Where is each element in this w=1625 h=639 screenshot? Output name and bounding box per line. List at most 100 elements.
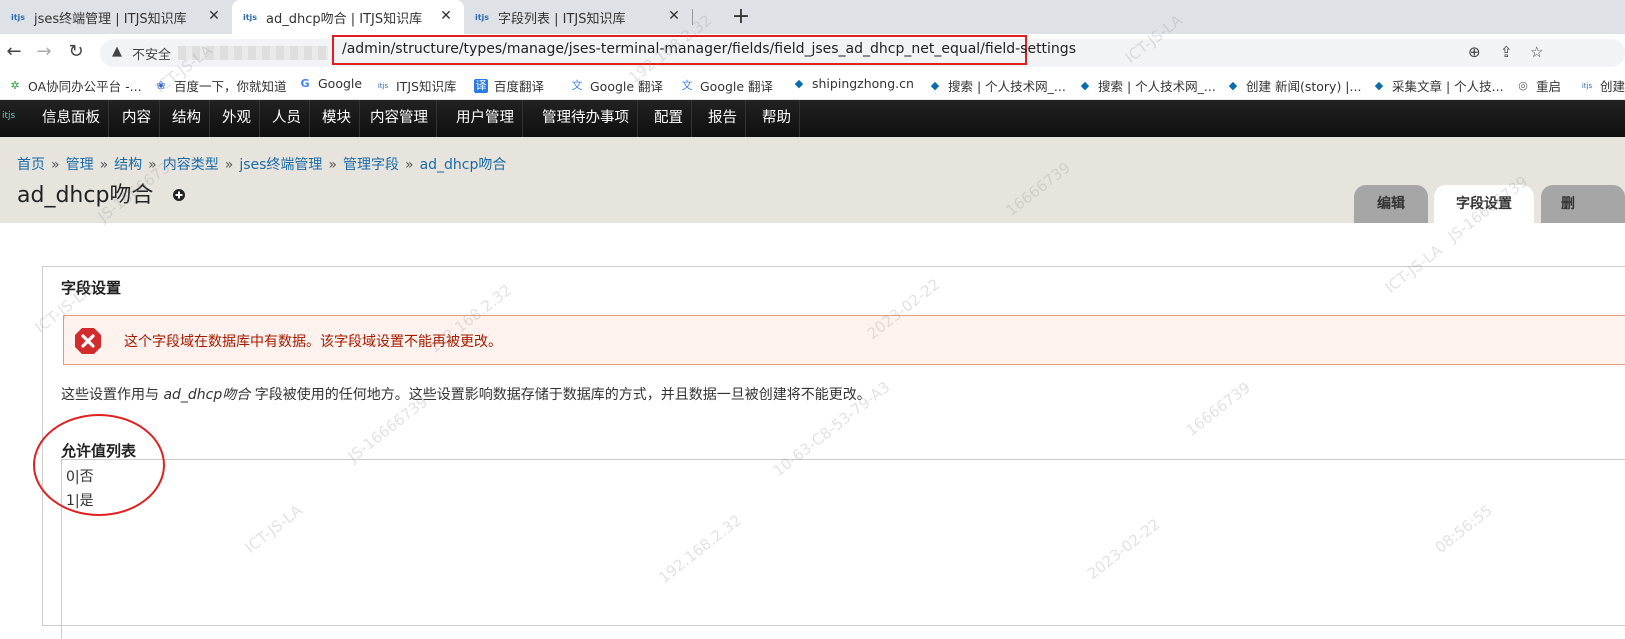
- toolbar-item-people[interactable]: 人员: [264, 100, 310, 137]
- error-message-text: 这个字段域在数据库中有数据。该字段域设置不能再被更改。: [124, 334, 502, 350]
- bookmark-item[interactable]: ◆ 搜索 | 个人技术网_...: [1078, 76, 1216, 95]
- toolbar-item-appearance[interactable]: 外观: [214, 100, 260, 137]
- itjs-icon: itjs: [377, 81, 389, 90]
- warning-triangle-icon[interactable]: ▲: [112, 44, 122, 59]
- allowed-values-textarea[interactable]: 0|否 1|是: [61, 459, 1625, 639]
- bookmark-item[interactable]: ◎ 重启: [1516, 76, 1561, 95]
- tab-title: jses终端管理 | ITJS知识库: [34, 11, 187, 27]
- drupal-icon: ◆: [930, 78, 940, 92]
- toolbar-item-help[interactable]: 帮助: [754, 100, 800, 137]
- browser-nav-row: ← → ↻ ▲ 不安全 /admin/structure/types/manag…: [0, 34, 1625, 70]
- toolbar-item-reports[interactable]: 报告: [700, 100, 746, 137]
- bookmark-item[interactable]: 文 Google 翻译: [680, 76, 774, 95]
- close-tab-icon[interactable]: ✕: [666, 8, 682, 24]
- bookmark-label: 搜索 | 个人技术网_...: [1098, 79, 1216, 94]
- toolbar-item-content[interactable]: 内容: [114, 100, 160, 137]
- toolbar-item-todo[interactable]: 管理待办事项: [534, 100, 638, 137]
- tab-edit[interactable]: 编辑: [1354, 185, 1428, 223]
- breadcrumb: 首页 » 管理 » 结构 » 内容类型 » jses终端管理 » 管理字段 » ad_dhcp吻合: [17, 154, 506, 174]
- drupal-icon: ◆: [1374, 78, 1384, 92]
- breadcrumb-separator: »: [404, 157, 414, 173]
- bookmark-label: Google 翻译: [700, 79, 774, 94]
- bookmark-item[interactable]: ◆ shipingzhong.cn: [792, 76, 914, 91]
- bookmark-label: ITJS知识库: [396, 79, 457, 94]
- itjs-favicon-icon: itjs: [10, 12, 26, 22]
- drupal-icon: ◆: [1228, 78, 1238, 92]
- bookmark-item[interactable]: G Google: [298, 76, 362, 91]
- toolbar-item-content-management[interactable]: 内容管理: [362, 100, 437, 137]
- bookmark-item[interactable]: itjs 创建: [1580, 76, 1625, 95]
- bookmark-item[interactable]: ❀ 百度一下，你就知道: [154, 76, 286, 95]
- bookmark-star-icon[interactable]: ☆: [1530, 43, 1543, 61]
- error-message-box: 这个字段域在数据库中有数据。该字段域设置不能再被更改。: [63, 315, 1625, 365]
- back-arrow-icon[interactable]: ←: [2, 40, 26, 64]
- error-x-icon: [75, 328, 101, 354]
- page-title: ad_dhcp吻合: [17, 183, 154, 208]
- toolbar-item-config[interactable]: 配置: [646, 100, 692, 137]
- browser-tab-2-active[interactable]: itjs ad_dhcp吻合 | ITJS知识库 ✕: [232, 0, 464, 34]
- zoom-icon[interactable]: ⊕: [1468, 43, 1481, 61]
- bookmark-item[interactable]: 文 Google 翻译: [570, 76, 664, 95]
- google-icon: G: [300, 76, 310, 90]
- close-tab-icon[interactable]: ✕: [206, 8, 222, 24]
- breadcrumb-home[interactable]: 首页: [17, 157, 45, 173]
- breadcrumb-separator: »: [328, 157, 337, 173]
- breadcrumb-manage-fields[interactable]: 管理字段: [343, 157, 399, 173]
- breadcrumb-separator: »: [224, 157, 234, 173]
- description-after: 字段被使用的任何地方。这些设置影响数据存储于数据库的方式，并且数据一旦被创建将不…: [250, 387, 871, 403]
- toolbar-item-dashboard[interactable]: 信息面板: [34, 100, 109, 137]
- bookmark-item[interactable]: 译百度翻译: [474, 76, 544, 95]
- security-label[interactable]: 不安全: [132, 44, 171, 63]
- breadcrumb-content-type[interactable]: jses终端管理: [239, 157, 322, 173]
- tab-delete[interactable]: 删: [1541, 185, 1625, 223]
- breadcrumb-admin[interactable]: 管理: [66, 157, 94, 173]
- add-shortcut-icon[interactable]: [172, 188, 186, 202]
- browser-tab-3[interactable]: itjs 字段列表 | ITJS知识库 ✕: [464, 0, 692, 34]
- toolbar-item-structure[interactable]: 结构: [164, 100, 210, 137]
- close-tab-icon[interactable]: ✕: [438, 8, 454, 24]
- forward-arrow-icon[interactable]: →: [32, 40, 56, 64]
- redacted-hostname: [178, 46, 328, 60]
- drupal-icon: ◆: [794, 76, 804, 90]
- itjs-favicon-icon: itjs: [474, 12, 490, 22]
- google-translate-icon: 文: [681, 78, 693, 92]
- bookmark-item[interactable]: ◆ 创建 新闻(story) |...: [1226, 76, 1362, 95]
- bookmark-label: OA协同办公平台 -...: [28, 79, 142, 94]
- bookmark-label: 重启: [1536, 79, 1562, 94]
- bookmark-item[interactable]: ◆ 采集文章 | 个人技...: [1372, 76, 1504, 95]
- toolbar-item-modules[interactable]: 模块: [314, 100, 360, 137]
- field-description: 这些设置作用与 ad_dhcp吻合 字段被使用的任何地方。这些设置影响数据存储于…: [61, 384, 871, 404]
- tab-separator: [692, 9, 693, 25]
- bookmark-item[interactable]: itjs ITJS知识库: [376, 76, 457, 95]
- google-translate-icon: 文: [571, 78, 583, 92]
- bookmark-label: 搜索 | 个人技术网_...: [948, 79, 1066, 94]
- toolbar-item-user-management[interactable]: 用户管理: [448, 100, 523, 137]
- url-path[interactable]: /admin/structure/types/manage/jses-termi…: [342, 41, 1076, 57]
- share-icon[interactable]: ⇪: [1500, 43, 1513, 61]
- tab-field-settings[interactable]: 字段设置: [1434, 185, 1534, 223]
- bookmark-label: Google: [318, 76, 363, 91]
- bookmark-label: 创建 新闻(story) |...: [1246, 79, 1362, 94]
- globe-icon: ◎: [1518, 78, 1528, 92]
- itjs-favicon-icon: itjs: [242, 12, 258, 22]
- site-logo-icon[interactable]: itjs: [2, 111, 15, 121]
- breadcrumb-separator: »: [99, 157, 109, 173]
- browser-tab-1[interactable]: itjs jses终端管理 | ITJS知识库 ✕: [0, 0, 232, 34]
- bookmarks-bar: ✲ OA协同办公平台 -... ❀ 百度一下，你就知道 G Google itjs IT…: [0, 70, 1625, 100]
- tab-title: ad_dhcp吻合 | ITJS知识库: [266, 11, 423, 27]
- bookmark-item[interactable]: ✲ OA协同办公平台 -...: [8, 76, 142, 95]
- breadcrumb-field[interactable]: ad_dhcp吻合: [420, 157, 507, 173]
- fieldset-legend: 字段设置: [61, 279, 122, 297]
- bookmark-label: 百度翻译: [494, 79, 545, 94]
- breadcrumb-content-types[interactable]: 内容类型: [163, 157, 219, 173]
- baidu-icon: ❀: [156, 78, 166, 92]
- new-tab-plus-icon[interactable]: +: [728, 4, 754, 30]
- field-settings-fieldset: 字段设置 这个字段域在数据库中有数据。该字段域设置不能再被更改。 这些设置作用与…: [42, 266, 1625, 639]
- bookmark-item[interactable]: ◆ 搜索 | 个人技术网_...: [928, 76, 1066, 95]
- reload-icon[interactable]: ↻: [64, 40, 88, 64]
- bookmark-label: 采集文章 | 个人技...: [1392, 79, 1504, 94]
- address-bar[interactable]: ▲ 不安全 /admin/structure/types/manage/jses…: [100, 35, 1625, 67]
- breadcrumb-structure[interactable]: 结构: [114, 157, 142, 173]
- description-field-name: ad_dhcp吻合: [163, 387, 251, 403]
- browser-tab-strip: itjs jses终端管理 | ITJS知识库 ✕ itjs ad_dhcp吻合…: [0, 0, 1625, 34]
